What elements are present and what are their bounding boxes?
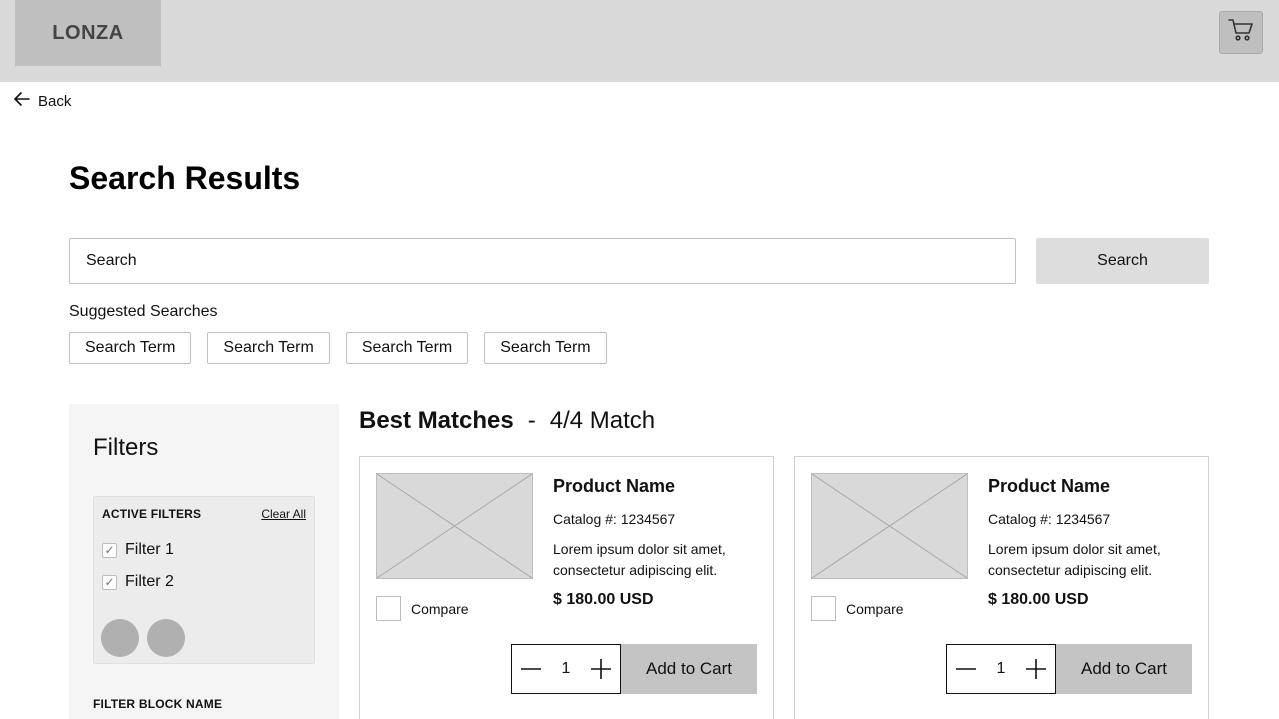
checkbox-checked-icon[interactable]: ✓: [102, 542, 117, 558]
suggested-search-chip[interactable]: Search Term: [69, 332, 192, 364]
logo[interactable]: LONZA: [15, 0, 161, 66]
compare-checkbox[interactable]: Compare: [811, 596, 904, 621]
suggested-searches-label: Suggested Searches: [69, 303, 218, 320]
cart-button[interactable]: [1219, 11, 1263, 54]
active-filter-label: Filter 1: [125, 541, 174, 558]
match-count: 4/4 Match: [549, 407, 656, 434]
product-catalog-number: Catalog #: 1234567: [553, 511, 676, 527]
filter-block-name: FILTER BLOCK NAME: [93, 697, 223, 711]
active-filter-item[interactable]: ✓ Filter 1: [102, 541, 174, 559]
best-matches-heading: Best Matches: [359, 407, 514, 434]
compare-label: Compare: [846, 600, 904, 617]
quantity-value[interactable]: 1: [997, 660, 1006, 678]
search-button[interactable]: Search: [1036, 238, 1209, 284]
product-image-placeholder[interactable]: [376, 473, 533, 579]
quantity-value[interactable]: 1: [562, 660, 571, 678]
active-filter-label: Filter 2: [125, 573, 174, 590]
arrow-left-icon: [14, 92, 30, 110]
active-filters-label: ACTIVE FILTERS: [102, 507, 202, 521]
filter-swatch[interactable]: [147, 619, 185, 657]
suggested-search-chip[interactable]: Search Term: [207, 332, 330, 364]
suggested-search-chip[interactable]: Search Term: [484, 332, 607, 364]
suggested-search-chip[interactable]: Search Term: [345, 332, 469, 364]
checkbox-checked-icon[interactable]: ✓: [102, 574, 117, 590]
product-image-placeholder[interactable]: [811, 473, 968, 579]
page-title: Search Results: [69, 160, 301, 196]
active-filters-box: ACTIVE FILTERS Clear All ✓ Filter 1 ✓ Fi…: [93, 496, 315, 664]
minus-icon[interactable]: [520, 658, 542, 680]
product-catalog-number: Catalog #: 1234567: [988, 511, 1111, 527]
product-description: Lorem ipsum dolor sit amet, consectetur …: [988, 541, 1161, 578]
plus-icon[interactable]: [590, 658, 612, 680]
add-to-cart-button[interactable]: Add to Cart: [621, 644, 757, 694]
clear-all-link[interactable]: Clear All: [261, 507, 306, 521]
compare-checkbox[interactable]: Compare: [376, 596, 469, 621]
compare-checkbox-box[interactable]: [376, 596, 401, 621]
results-header: Best Matches - 4/4 Match: [359, 407, 655, 435]
compare-label: Compare: [411, 600, 469, 617]
active-filter-item[interactable]: ✓ Filter 2: [102, 573, 174, 591]
filter-swatch[interactable]: [101, 619, 139, 657]
back-link[interactable]: Back: [14, 91, 71, 111]
quantity-stepper: 1: [946, 644, 1056, 694]
product-price: $ 180.00 USD: [553, 591, 654, 608]
search-input[interactable]: [69, 238, 1016, 284]
product-name[interactable]: Product Name: [553, 476, 675, 497]
product-price: $ 180.00 USD: [988, 591, 1089, 608]
add-to-cart-button[interactable]: Add to Cart: [1056, 644, 1192, 694]
filters-title: Filters: [93, 434, 159, 461]
suggested-search-chips: Search Term Search Term Search Term Sear…: [69, 332, 607, 364]
back-label: Back: [38, 92, 72, 110]
minus-icon[interactable]: [955, 658, 977, 680]
image-placeholder-icon: [377, 474, 532, 578]
image-placeholder-icon: [812, 474, 967, 578]
product-description: Lorem ipsum dolor sit amet, consectetur …: [553, 541, 726, 578]
compare-checkbox-box[interactable]: [811, 596, 836, 621]
product-name[interactable]: Product Name: [988, 476, 1110, 497]
results-separator: -: [527, 407, 536, 434]
plus-icon[interactable]: [1025, 658, 1047, 680]
cart-icon: [1228, 18, 1254, 47]
top-header: LONZA: [0, 0, 1279, 82]
product-card: Product Name Catalog #: 1234567 Lorem ip…: [794, 456, 1209, 719]
filters-panel: Filters ACTIVE FILTERS Clear All ✓ Filte…: [69, 404, 339, 719]
quantity-stepper: 1: [511, 644, 621, 694]
product-card: Product Name Catalog #: 1234567 Lorem ip…: [359, 456, 774, 719]
